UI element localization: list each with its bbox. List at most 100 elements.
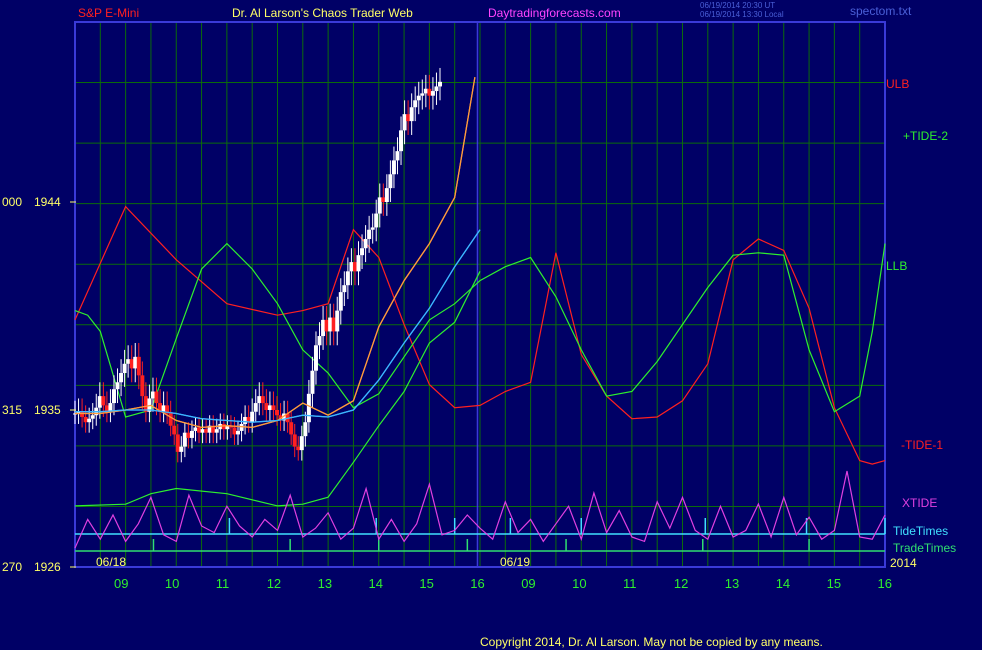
candle-body xyxy=(161,405,166,412)
candle-body xyxy=(352,262,357,272)
candle-body xyxy=(253,403,258,412)
candle-body xyxy=(409,107,414,122)
candle-body xyxy=(430,91,435,96)
x-tick-hour: 09 xyxy=(521,576,535,591)
y-tick-price: 1926 xyxy=(34,560,61,574)
candle-body xyxy=(377,197,382,214)
candle-body xyxy=(296,446,301,451)
x-tick-hour: 13 xyxy=(725,576,739,591)
x-tick-hour: 10 xyxy=(572,576,586,591)
y-tick-price: 1935 xyxy=(34,403,61,417)
candle-body xyxy=(427,88,432,96)
candle-body xyxy=(299,436,304,451)
candle-body xyxy=(274,410,279,416)
x-tick-hour: 15 xyxy=(827,576,841,591)
candle-body xyxy=(356,255,361,272)
x-date-label: 06/19 xyxy=(500,555,530,569)
candle-body xyxy=(402,114,407,131)
candle-body xyxy=(271,405,276,410)
candle-body xyxy=(126,359,131,364)
candle-body xyxy=(172,425,177,435)
header-site-title: Dr. Al Larson's Chaos Trader Web xyxy=(232,6,413,20)
x-tick-hour: 12 xyxy=(267,576,281,591)
candle-body xyxy=(303,422,308,437)
candle-body xyxy=(388,174,393,189)
candle-body xyxy=(335,310,340,332)
x-tick-hour: 14 xyxy=(369,576,383,591)
x-date-label: 2014 xyxy=(890,556,917,570)
candle-body xyxy=(395,151,400,161)
candle-body xyxy=(331,317,336,332)
x-tick-hour: 12 xyxy=(674,576,688,591)
candle-body xyxy=(243,416,248,424)
candle-body xyxy=(236,430,241,435)
x-tick-hour: 11 xyxy=(216,576,230,591)
candle-body xyxy=(214,429,219,433)
candle-body xyxy=(367,229,372,239)
chart-labels: 000 1944 315 1935 270 1926 09 10 11 12 13 14 15 16 09 1… xyxy=(2,77,956,591)
candle-body xyxy=(363,238,368,249)
candle-body xyxy=(420,93,425,96)
candle-body xyxy=(384,188,389,202)
candle-body xyxy=(328,317,333,332)
candle-body xyxy=(406,114,411,122)
candle-body xyxy=(80,411,85,417)
candle-body xyxy=(189,430,194,438)
candle-body xyxy=(168,413,173,426)
candle-body xyxy=(370,227,375,230)
candle-body xyxy=(374,213,379,228)
candle-body xyxy=(264,403,269,410)
candle-body xyxy=(119,373,124,383)
candle-body xyxy=(438,81,443,87)
candle-body xyxy=(101,396,106,406)
x-date-label: 06/18 xyxy=(96,555,126,569)
chart-grid xyxy=(75,22,885,567)
y-tick-left: 270 xyxy=(2,560,22,574)
candle-body xyxy=(122,363,127,374)
header-timestamp-ut: 06/19/2014 20:30 UT xyxy=(700,1,775,10)
candle-body xyxy=(250,411,255,423)
legend-tradetimes: TradeTimes xyxy=(893,541,956,555)
candle-body xyxy=(416,95,421,101)
candle-body xyxy=(413,100,418,108)
candle-body xyxy=(292,434,297,447)
legend-llb: LLB xyxy=(886,259,907,273)
x-tick-hour: 15 xyxy=(419,576,433,591)
header-url[interactable]: Daytradingforecasts.com xyxy=(488,6,621,20)
candle-body xyxy=(317,336,322,346)
candle-body xyxy=(399,130,404,152)
candle-body xyxy=(186,432,191,438)
chart-svg: 000 1944 315 1935 270 1926 09 10 11 12 13 14 15 16 09 1… xyxy=(2,1,956,649)
candle-body xyxy=(289,422,294,435)
candle-body xyxy=(257,396,262,404)
x-tick-hour: 13 xyxy=(318,576,332,591)
candle-body xyxy=(200,429,205,433)
candle-body xyxy=(197,427,202,433)
candle-body xyxy=(338,292,343,311)
candle-body xyxy=(267,405,272,410)
candle-body xyxy=(111,389,116,404)
x-tick-hour: 14 xyxy=(776,576,790,591)
candle-body xyxy=(239,423,244,431)
candle-body xyxy=(204,429,209,433)
footer-copyright: Copyright 2014, Dr. Al Larson. May not b… xyxy=(480,635,823,649)
header-file: spectom.txt xyxy=(850,4,912,18)
x-tick-hour: 11 xyxy=(623,576,637,591)
candle-body xyxy=(360,248,365,256)
candle-body xyxy=(97,396,102,408)
legend-ulb: ULB xyxy=(886,77,909,91)
candle-body xyxy=(154,391,159,404)
candle-body xyxy=(345,271,350,286)
x-tick-hour: 10 xyxy=(165,576,179,591)
x-tick-hour: 16 xyxy=(470,576,484,591)
candle-body xyxy=(115,382,120,390)
candle-body xyxy=(90,415,95,419)
candle-body xyxy=(193,427,198,431)
legend-tidetimes: TideTimes xyxy=(893,524,948,538)
candle-body xyxy=(87,418,92,423)
candle-body xyxy=(140,375,145,397)
candle-body xyxy=(306,393,311,423)
legend--tide-2: +TIDE-2 xyxy=(903,129,948,143)
x-tick-hour: 09 xyxy=(114,576,128,591)
candle-body xyxy=(324,319,329,332)
